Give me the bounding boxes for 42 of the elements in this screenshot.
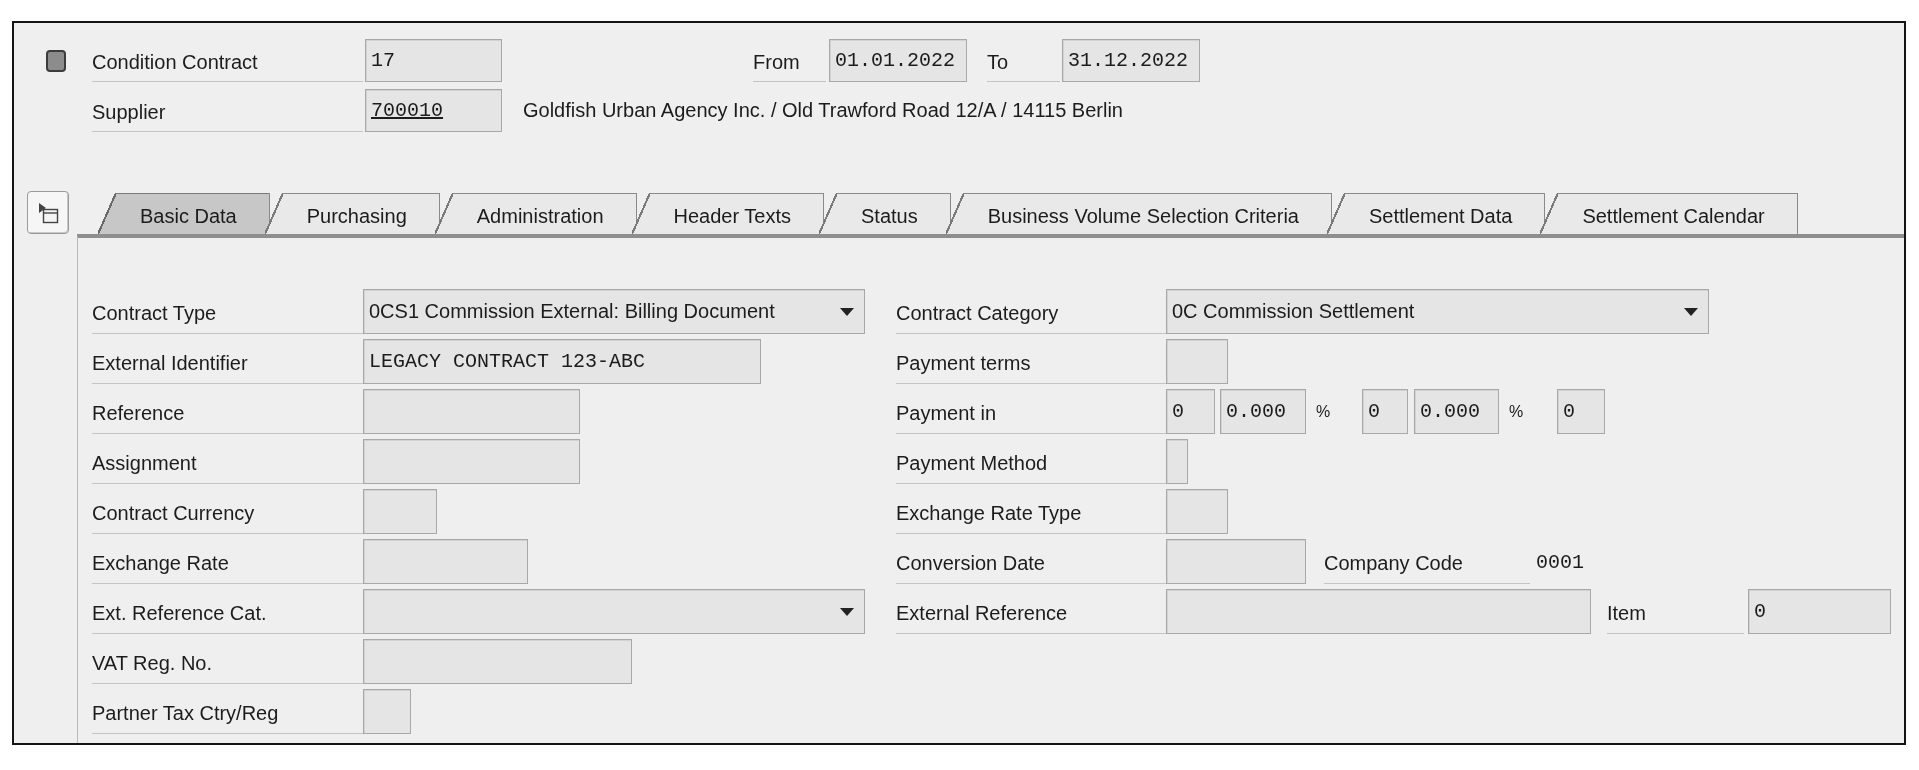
dropdown-field[interactable]: 0C Commission Settlement xyxy=(1166,289,1709,334)
input-field[interactable]: 0.000 xyxy=(1414,389,1499,434)
field-label: To xyxy=(987,39,1060,82)
dropdown-field[interactable]: 0CS1 Commission External: Billing Document xyxy=(363,289,865,334)
input-field[interactable] xyxy=(363,639,632,684)
caret-down-icon xyxy=(840,607,854,616)
input-field[interactable] xyxy=(1166,339,1228,384)
supplier-address-text: Goldfish Urban Agency Inc. / Old Trawford Road 12/A / 14115 Berlin xyxy=(523,99,1123,122)
tab-list-button[interactable] xyxy=(27,191,69,234)
input-field[interactable] xyxy=(363,439,580,484)
field-label: Item xyxy=(1607,589,1744,634)
square-icon xyxy=(46,49,66,72)
field-label: Condition Contract xyxy=(92,39,363,82)
field-label: Supplier xyxy=(92,89,363,132)
input-field[interactable] xyxy=(1166,589,1591,634)
input-field[interactable] xyxy=(363,389,580,434)
input-field[interactable] xyxy=(1166,439,1188,484)
field-label: From xyxy=(753,39,826,82)
date-field[interactable]: 01.01.2022 xyxy=(829,39,967,82)
unit-text: % xyxy=(1508,402,1525,421)
input-field[interactable] xyxy=(1166,539,1306,584)
input-field[interactable] xyxy=(363,539,528,584)
input-field[interactable]: 0.000 xyxy=(1220,389,1306,434)
caret-down-icon xyxy=(1684,307,1698,316)
tab[interactable]: Settlement Calendar xyxy=(1540,193,1798,234)
input-field[interactable] xyxy=(363,689,411,734)
dropdown-field[interactable] xyxy=(363,589,865,634)
caret-down-icon xyxy=(840,307,854,316)
input-field[interactable]: 0 xyxy=(1748,589,1891,634)
value-text: 0001 xyxy=(1536,550,1584,574)
input-field[interactable]: 0 xyxy=(1557,389,1605,434)
input-field[interactable] xyxy=(363,489,437,534)
input-field[interactable]: 700010 xyxy=(365,89,502,132)
input-field[interactable]: 0 xyxy=(1166,389,1215,434)
input-field[interactable] xyxy=(1166,489,1228,534)
field-label: Company Code xyxy=(1324,539,1530,584)
pointer-window-icon xyxy=(37,201,59,224)
input-field[interactable]: LEGACY CONTRACT 123-ABC xyxy=(363,339,761,384)
input-field[interactable]: 0 xyxy=(1362,389,1408,434)
unit-text: % xyxy=(1315,402,1332,421)
date-field[interactable]: 31.12.2022 xyxy=(1062,39,1200,82)
input-field[interactable]: 17 xyxy=(365,39,502,82)
